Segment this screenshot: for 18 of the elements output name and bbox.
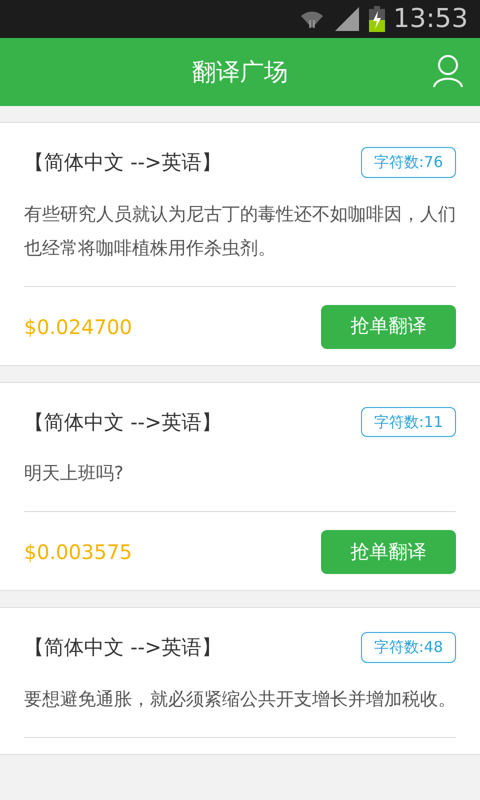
- char-count: 字符数:76: [360, 147, 456, 178]
- grab-order-button[interactable]: 抢单翻译: [321, 530, 456, 574]
- signal-icon: [333, 7, 362, 31]
- source-text: 明天上班吗?: [24, 462, 125, 486]
- price: $0.003575: [24, 539, 132, 566]
- status-time: 13:53: [393, 6, 468, 32]
- language-pair: 【简体中文 -->英语】: [24, 634, 222, 662]
- char-count: 字符数:48: [360, 632, 456, 662]
- header-title: 翻译广场: [192, 57, 288, 88]
- battery-icon: [369, 6, 386, 32]
- char-count: 字符数:11: [360, 406, 456, 437]
- grab-order-button[interactable]: 抢单翻译: [321, 304, 456, 348]
- source-text: 有些研究人员就认为尼古丁的毒性还不如咖啡因，人们也经常将咖啡植株用作杀虫剂。: [24, 202, 456, 260]
- language-pair: 【简体中文 -->英语】: [24, 408, 222, 436]
- language-pair: 【简体中文 -->英语】: [24, 149, 222, 176]
- price: $0.024700: [24, 314, 132, 340]
- source-text: 要想避免通胀，就必须紧缩公共开支增长并增加税收。: [24, 688, 456, 712]
- user-icon[interactable]: [432, 54, 464, 88]
